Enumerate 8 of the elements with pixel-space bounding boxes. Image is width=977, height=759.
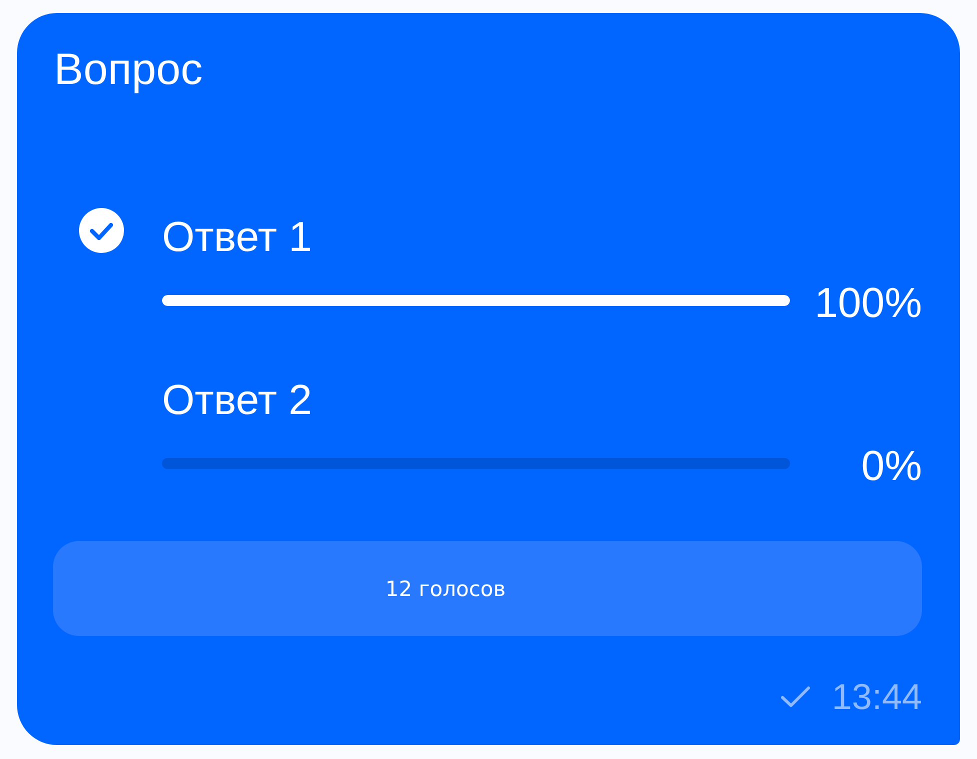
answer-label: Ответ 2 [162, 375, 312, 425]
checkmark-icon [780, 686, 810, 708]
percent-label: 0% [861, 441, 922, 491]
percent-label: 100% [814, 278, 922, 328]
votes-button[interactable]: 12 голосов [53, 541, 922, 636]
poll-title: Вопрос [53, 44, 203, 96]
answer-label: Ответ 1 [162, 212, 312, 262]
message-time: 13:44 [832, 675, 922, 718]
